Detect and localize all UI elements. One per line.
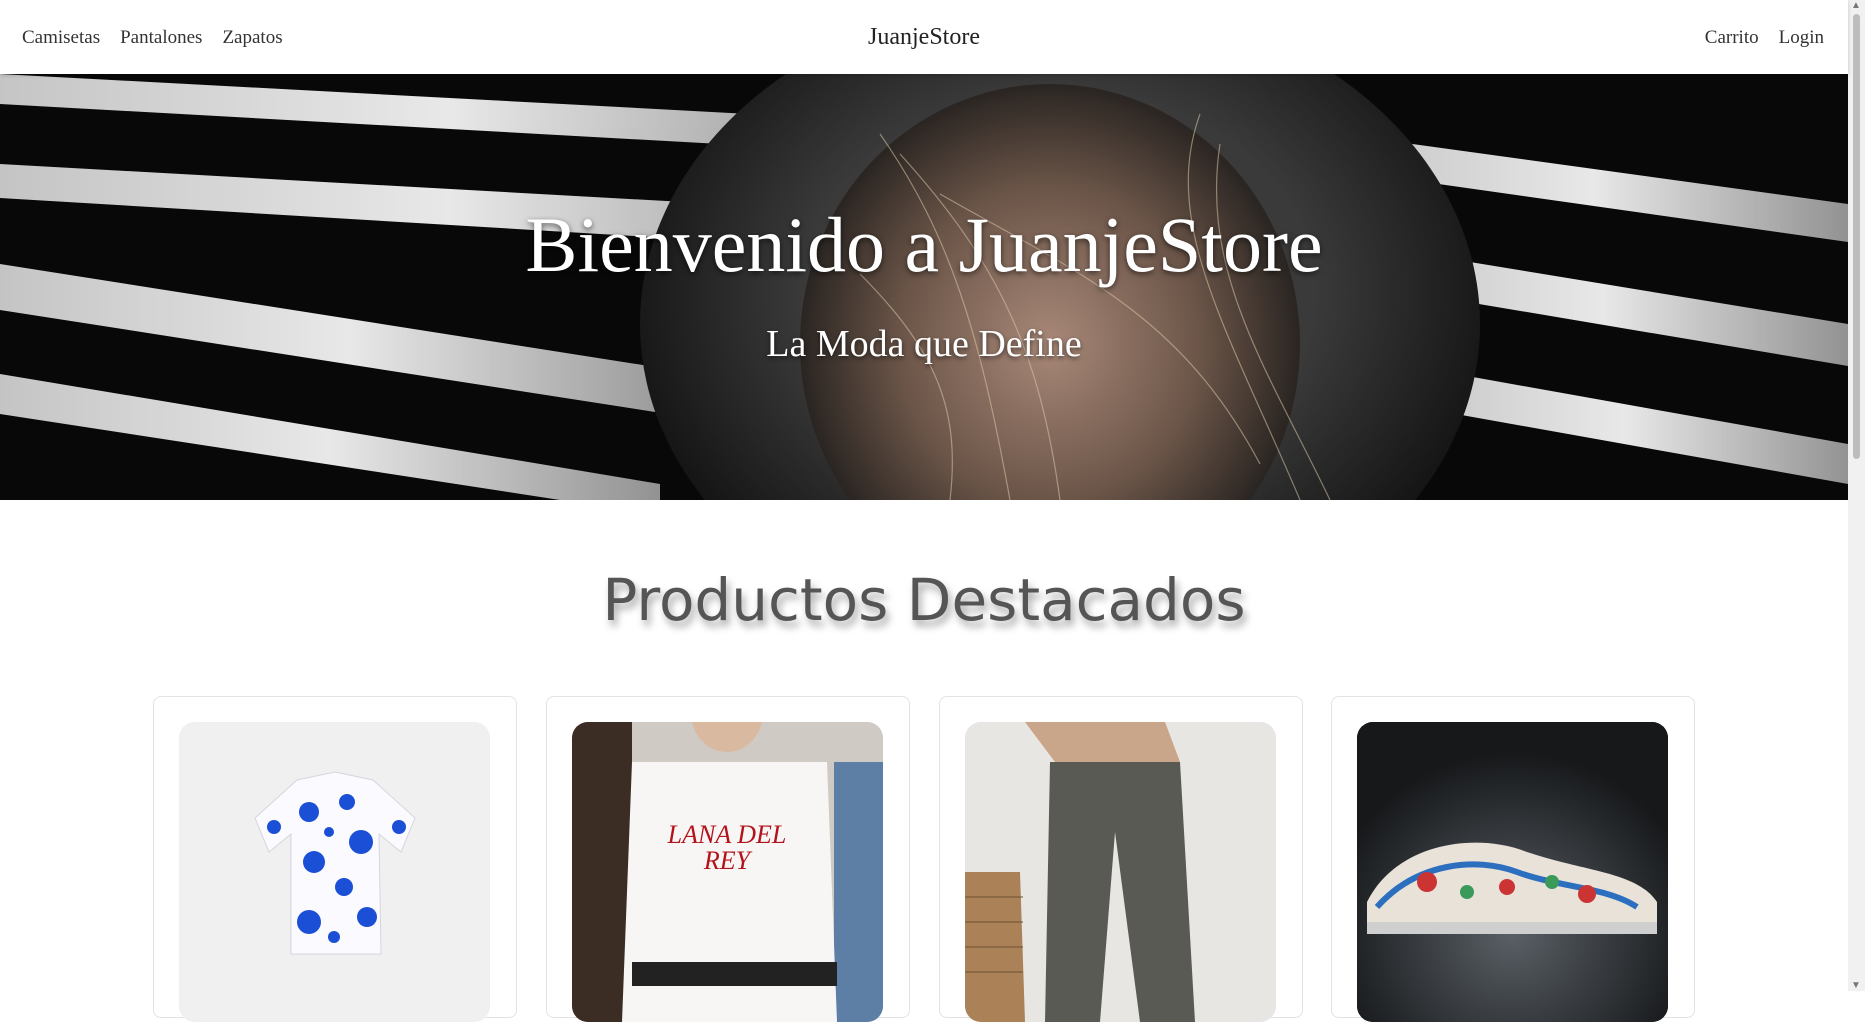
scroll-up-icon[interactable]: ▲ [1851, 0, 1861, 11]
hero-title: Bienvenido a JuanjeStore [525, 201, 1323, 288]
product-card[interactable] [939, 696, 1303, 1022]
scrollbar-thumb[interactable] [1853, 14, 1860, 459]
product-card[interactable] [1331, 696, 1695, 1022]
navbar: Camisetas Pantalones Zapatos JuanjeStore… [0, 0, 1848, 74]
nav-right-links: Carrito Login [1705, 27, 1824, 49]
sneakers-image[interactable] [1357, 722, 1668, 1022]
hero-subtitle: La Moda que Define [766, 323, 1082, 365]
floral-shirt-image[interactable] [179, 722, 490, 1022]
lana-del-rey-tshirt-image[interactable]: LANA DEL REY [572, 722, 883, 1022]
brand-logo[interactable]: JuanjeStore [0, 24, 1848, 51]
product-card[interactable]: LANA DEL REY [546, 696, 910, 1022]
product-card[interactable] [153, 696, 517, 1022]
nav-link-login[interactable]: Login [1779, 27, 1824, 49]
scroll-down-icon[interactable]: ▼ [1851, 980, 1861, 991]
hero-banner: Bienvenido a JuanjeStore La Moda que Def… [0, 74, 1848, 500]
cargo-pants-image[interactable] [965, 722, 1276, 1022]
featured-products-title: Productos Destacados [602, 566, 1246, 634]
nav-link-carrito[interactable]: Carrito [1705, 27, 1759, 49]
tshirt-print-text: LANA DEL REY [667, 820, 787, 875]
vertical-scrollbar[interactable]: ▲ ▼ [1848, 0, 1865, 991]
